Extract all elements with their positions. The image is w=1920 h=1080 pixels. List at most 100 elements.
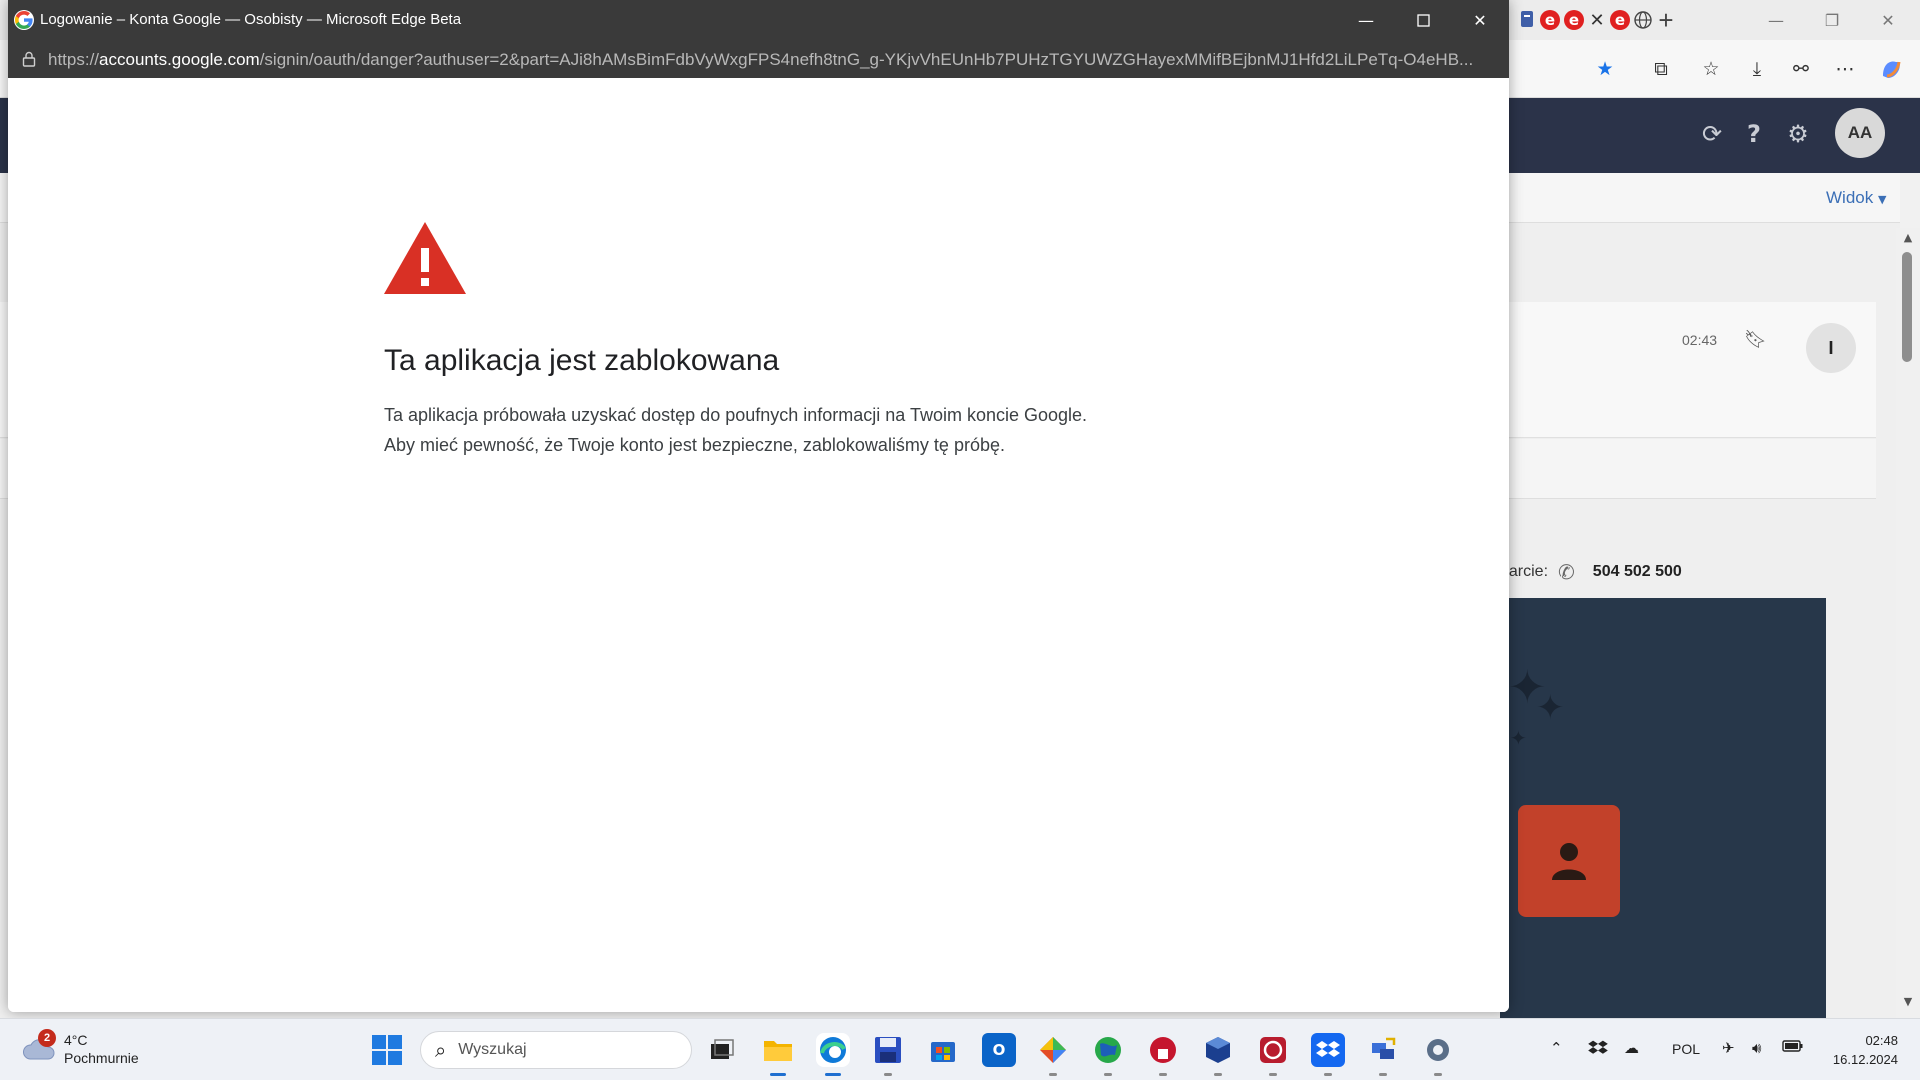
- running-indicator: [1214, 1073, 1222, 1076]
- lock-icon[interactable]: [20, 49, 38, 69]
- scrollbar-thumb[interactable]: [1902, 252, 1912, 362]
- support-info: parcie: ✆ 504 502 500: [1500, 560, 1682, 584]
- onedrive-sync-icon[interactable]: ☁: [1624, 1039, 1639, 1057]
- sparkle-icon: ✦: [1510, 726, 1527, 750]
- task-view-icon[interactable]: [705, 1033, 739, 1067]
- close-tab-icon[interactable]: ✕: [1586, 9, 1608, 31]
- copilot-icon[interactable]: [1876, 54, 1906, 84]
- favorites-icon[interactable]: ☆: [1696, 54, 1726, 84]
- description-line: Aby mieć pewność, że Twoje konto jest be…: [384, 435, 1005, 455]
- chevron-up-icon[interactable]: ⌃: [1550, 1039, 1563, 1057]
- downloads-icon[interactable]: ⤓: [1742, 54, 1772, 84]
- page-description: Ta aplikacja próbowała uzyskać dostęp do…: [384, 400, 1087, 460]
- help-icon[interactable]: ?: [1736, 116, 1772, 152]
- maximize-icon[interactable]: [1398, 4, 1448, 36]
- extensions-icon[interactable]: ⧉: [1646, 54, 1676, 84]
- view-menu[interactable]: Widok ▼: [1826, 188, 1886, 208]
- network-tool-icon[interactable]: [1366, 1033, 1400, 1067]
- google-signin-popup: Logowanie – Konta Google — Osobisty — Mi…: [8, 0, 1509, 1012]
- floppy-save-icon[interactable]: [871, 1033, 905, 1067]
- volume-icon[interactable]: 🔊︎: [1752, 1039, 1761, 1057]
- system-clock[interactable]: 02:48 16.12.2024: [1822, 1031, 1898, 1069]
- edge-icon[interactable]: [816, 1033, 850, 1067]
- tab-icon-e[interactable]: e: [1610, 10, 1630, 30]
- bookmark-icon[interactable]: 🔖︎: [1744, 329, 1767, 350]
- taskbar-search[interactable]: ⌕ Wyszukaj: [420, 1031, 692, 1069]
- close-icon[interactable]: ✕: [1874, 6, 1902, 34]
- popup-content: Ta aplikacja jest zablokowana Ta aplikac…: [8, 78, 1509, 1012]
- dropbox-icon[interactable]: [1311, 1033, 1345, 1067]
- search-icon: ⌕: [435, 1038, 447, 1062]
- weather-badge: 2: [38, 1029, 56, 1047]
- weather-desc: Pochmurnie: [64, 1050, 139, 1066]
- url-host: accounts.google.com: [99, 50, 260, 69]
- address-bar[interactable]: https://accounts.google.com/signin/oauth…: [8, 40, 1509, 78]
- taskbar: 2 4°C Pochmurnie ⌕ Wyszukaj O ⌃ ☁ POL ✈ …: [0, 1018, 1920, 1080]
- airplane-mode-icon[interactable]: ✈: [1722, 1039, 1735, 1057]
- minimize-icon[interactable]: —: [1341, 4, 1391, 36]
- start-button[interactable]: [372, 1035, 402, 1065]
- support-phone[interactable]: 504 502 500: [1593, 563, 1682, 581]
- running-indicator: [1269, 1073, 1277, 1076]
- url-path: /signin/oauth/danger?authuser=2&part=AJi…: [259, 50, 1474, 69]
- running-indicator: [1324, 1073, 1332, 1076]
- restore-icon[interactable]: ❐: [1818, 6, 1846, 34]
- collections-icon[interactable]: ⚯: [1786, 54, 1816, 84]
- git-tool-icon[interactable]: [1036, 1033, 1070, 1067]
- language-indicator[interactable]: POL: [1672, 1041, 1700, 1057]
- tab-icon-e-active[interactable]: e: [1564, 10, 1584, 30]
- running-indicator: [1049, 1073, 1057, 1076]
- contacts-book-icon: [1518, 805, 1620, 917]
- page-title: Ta aplikacja jest zablokowana: [384, 344, 780, 377]
- scroll-up-icon[interactable]: ▲: [1898, 230, 1918, 244]
- weather-text: 4°C Pochmurnie: [64, 1031, 139, 1067]
- scroll-down-icon[interactable]: ▼: [1898, 994, 1918, 1008]
- battery-icon[interactable]: [1782, 1039, 1804, 1057]
- clock-time: 02:48: [1865, 1033, 1898, 1048]
- refresh-icon[interactable]: ⟳: [1694, 116, 1730, 152]
- virtualbox-icon[interactable]: [1201, 1033, 1235, 1067]
- description-line: Ta aplikacja próbowała uzyskać dostęp do…: [384, 405, 1088, 425]
- settings-icon[interactable]: [1421, 1033, 1455, 1067]
- running-indicator: [770, 1073, 786, 1076]
- running-indicator: [1434, 1073, 1442, 1076]
- media-app-icon[interactable]: [1256, 1033, 1290, 1067]
- running-indicator: [884, 1073, 892, 1076]
- url-prefix: https://: [48, 50, 100, 69]
- search-placeholder: Wyszukaj: [458, 1041, 527, 1058]
- gear-icon[interactable]: ⚙: [1780, 116, 1816, 152]
- new-tab-icon[interactable]: +: [1655, 5, 1677, 35]
- cloud-icon: 2: [22, 1029, 56, 1063]
- globe-icon[interactable]: [1632, 9, 1654, 31]
- popup-title-bar[interactable]: Logowanie – Konta Google — Osobisty — Mi…: [8, 0, 1509, 40]
- view-menu-label: Widok: [1826, 188, 1874, 207]
- warning-icon: [384, 222, 466, 294]
- message-time: 02:43: [1682, 332, 1718, 348]
- close-icon[interactable]: ✕: [1455, 4, 1505, 36]
- tab-icon-e[interactable]: e: [1540, 10, 1560, 30]
- popup-window-title: Logowanie – Konta Google — Osobisty — Mi…: [40, 11, 462, 28]
- running-indicator: [1104, 1073, 1112, 1076]
- phone-icon: ✆: [1558, 560, 1575, 584]
- running-indicator: [1159, 1073, 1167, 1076]
- tab-icon-blue[interactable]: [1516, 8, 1538, 30]
- outlook-icon[interactable]: O: [982, 1033, 1016, 1067]
- chevron-down-icon: ▼: [1877, 193, 1887, 206]
- sender-avatar: I: [1806, 323, 1856, 373]
- clock-date: 16.12.2024: [1832, 1052, 1898, 1067]
- avatar[interactable]: AA: [1835, 108, 1885, 158]
- microsoft-store-icon[interactable]: [926, 1033, 960, 1067]
- earth-app-icon[interactable]: [1091, 1033, 1125, 1067]
- dropbox-tray-icon[interactable]: [1588, 1039, 1608, 1061]
- more-icon[interactable]: ⋯: [1830, 54, 1860, 84]
- favorite-star-icon[interactable]: ★: [1590, 54, 1620, 84]
- google-icon: [14, 10, 34, 30]
- red-app-icon[interactable]: [1146, 1033, 1180, 1067]
- running-indicator: [1379, 1073, 1387, 1076]
- sparkle-icon: ✦: [1536, 688, 1565, 728]
- url-text[interactable]: https://accounts.google.com/signin/oauth…: [48, 50, 1498, 70]
- weather-temp: 4°C: [64, 1032, 88, 1048]
- weather-widget[interactable]: 2 4°C Pochmurnie: [22, 1029, 139, 1067]
- file-explorer-icon[interactable]: [761, 1033, 795, 1067]
- minimize-icon[interactable]: —: [1762, 6, 1790, 34]
